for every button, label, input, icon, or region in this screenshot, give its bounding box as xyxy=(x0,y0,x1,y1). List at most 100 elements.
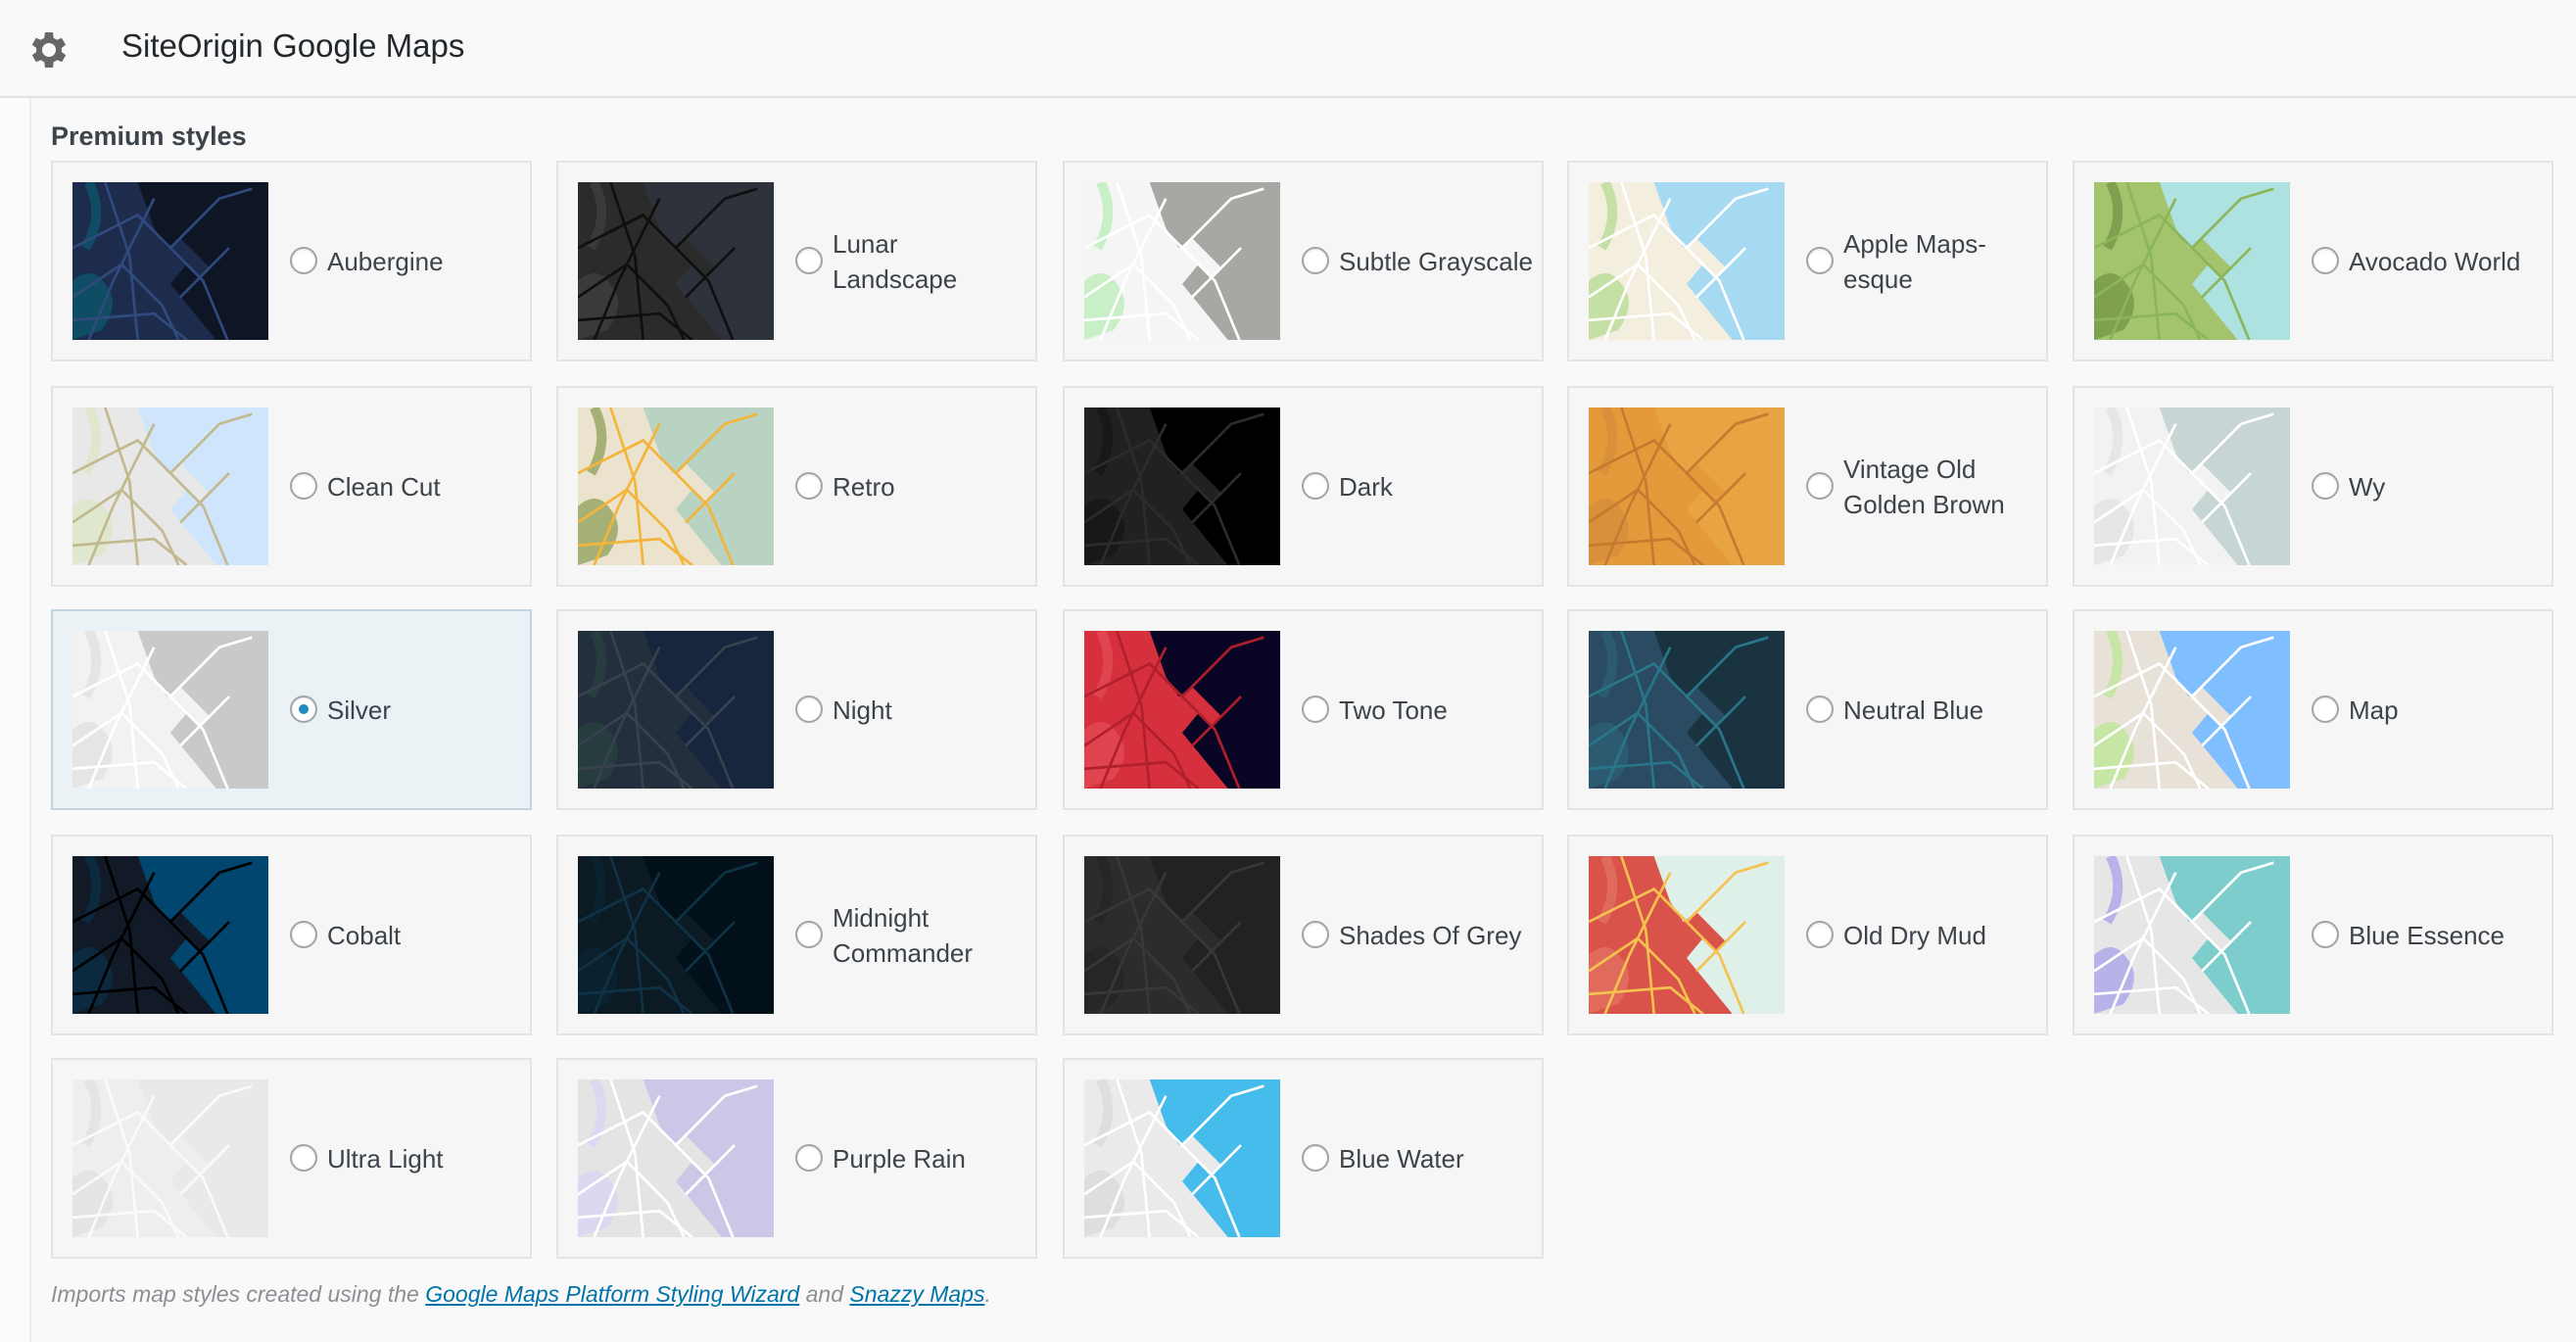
divider xyxy=(29,98,31,1342)
section-title: Premium styles xyxy=(51,121,247,151)
map-style-preview xyxy=(72,407,268,565)
style-option-aubergine[interactable]: Aubergine xyxy=(51,161,532,361)
style-radio[interactable] xyxy=(290,921,317,948)
style-option-retro[interactable]: Retro xyxy=(556,386,1037,587)
style-radio[interactable] xyxy=(1302,921,1329,948)
style-option-two-tone[interactable]: Two Tone xyxy=(1063,609,1544,810)
style-radio[interactable] xyxy=(1302,472,1329,500)
style-radio[interactable] xyxy=(1806,695,1834,723)
map-style-preview xyxy=(578,631,774,789)
style-radio[interactable] xyxy=(1806,247,1834,274)
map-style-preview xyxy=(1084,407,1280,565)
style-option-map[interactable]: Map xyxy=(2073,609,2553,810)
style-label: Shades Of Grey xyxy=(1339,920,1522,950)
snazzy-maps-link[interactable]: Snazzy Maps xyxy=(849,1281,984,1307)
map-style-preview xyxy=(1084,182,1280,340)
style-label: Avocado World xyxy=(2349,246,2521,276)
map-style-preview xyxy=(1589,182,1785,340)
style-label: Cobalt xyxy=(327,920,402,950)
style-label: Night xyxy=(833,695,892,725)
style-option-neutral-blue[interactable]: Neutral Blue xyxy=(1567,609,2048,810)
footer-note: Imports map styles created using the Goo… xyxy=(51,1281,991,1308)
style-option-old-dry-mud[interactable]: Old Dry Mud xyxy=(1567,835,2048,1035)
style-option-subtle-grayscale[interactable]: Subtle Grayscale xyxy=(1063,161,1544,361)
map-style-preview xyxy=(2094,182,2290,340)
style-radio[interactable] xyxy=(1806,472,1834,500)
map-style-preview xyxy=(1084,631,1280,789)
style-label: Apple Maps-esque xyxy=(1843,228,1986,294)
style-label: Ultra Light xyxy=(327,1143,444,1174)
style-label: Retro xyxy=(833,471,895,502)
style-option-dark[interactable]: Dark xyxy=(1063,386,1544,587)
style-label: Wy xyxy=(2349,471,2386,502)
style-radio[interactable] xyxy=(795,921,823,948)
style-option-night[interactable]: Night xyxy=(556,609,1037,810)
map-style-preview xyxy=(1589,856,1785,1014)
page-header: SiteOrigin Google Maps xyxy=(0,0,2576,98)
style-option-shades-of-grey[interactable]: Shades Of Grey xyxy=(1063,835,1544,1035)
style-option-cobalt[interactable]: Cobalt xyxy=(51,835,532,1035)
style-option-lunar-landscape[interactable]: Lunar Landscape xyxy=(556,161,1037,361)
map-style-preview xyxy=(578,856,774,1014)
style-radio[interactable] xyxy=(290,247,317,274)
style-label: Neutral Blue xyxy=(1843,695,1984,725)
style-option-vintage-old-golden-brown[interactable]: Vintage Old Golden Brown xyxy=(1567,386,2048,587)
style-label: Aubergine xyxy=(327,246,444,276)
style-label: Lunar Landscape xyxy=(833,228,958,294)
style-option-blue-essence[interactable]: Blue Essence xyxy=(2073,835,2553,1035)
map-style-preview xyxy=(72,1079,268,1237)
left-strip xyxy=(0,98,29,1342)
style-label: Purple Rain xyxy=(833,1143,966,1174)
style-radio[interactable] xyxy=(290,472,317,500)
style-radio[interactable] xyxy=(1302,1144,1329,1172)
style-radio[interactable] xyxy=(2312,247,2339,274)
styling-wizard-link[interactable]: Google Maps Platform Styling Wizard xyxy=(425,1281,799,1307)
style-radio[interactable] xyxy=(795,472,823,500)
style-radio[interactable] xyxy=(2312,472,2339,500)
style-radio[interactable] xyxy=(795,695,823,723)
style-label: Blue Essence xyxy=(2349,920,2504,950)
style-option-wy[interactable]: Wy xyxy=(2073,386,2553,587)
style-option-apple-maps-esque[interactable]: Apple Maps-esque xyxy=(1567,161,2048,361)
map-style-preview xyxy=(72,856,268,1014)
style-radio[interactable] xyxy=(1302,695,1329,723)
map-style-preview xyxy=(1084,1079,1280,1237)
footer-prefix: Imports map styles created using the xyxy=(51,1281,426,1307)
style-label: Map xyxy=(2349,695,2399,725)
map-style-preview xyxy=(1589,407,1785,565)
map-style-preview xyxy=(1589,631,1785,789)
style-radio[interactable] xyxy=(2312,695,2339,723)
style-label: Midnight Commander xyxy=(833,902,974,968)
style-label: Subtle Grayscale xyxy=(1339,246,1533,276)
style-label: Old Dry Mud xyxy=(1843,920,1986,950)
style-option-purple-rain[interactable]: Purple Rain xyxy=(556,1058,1037,1259)
map-style-preview xyxy=(2094,631,2290,789)
style-option-midnight-commander[interactable]: Midnight Commander xyxy=(556,835,1037,1035)
style-label: Silver xyxy=(327,695,392,725)
style-label: Vintage Old Golden Brown xyxy=(1843,454,2005,519)
style-radio[interactable] xyxy=(795,1144,823,1172)
style-radio[interactable] xyxy=(1806,921,1834,948)
style-option-avocado-world[interactable]: Avocado World xyxy=(2073,161,2553,361)
style-label: Clean Cut xyxy=(327,471,441,502)
style-radio[interactable] xyxy=(795,247,823,274)
style-radio[interactable] xyxy=(290,695,317,723)
map-style-preview xyxy=(1084,856,1280,1014)
style-option-ultra-light[interactable]: Ultra Light xyxy=(51,1058,532,1259)
map-style-preview xyxy=(72,182,268,340)
map-style-preview xyxy=(72,631,268,789)
footer-suffix: . xyxy=(984,1281,991,1307)
style-label: Two Tone xyxy=(1339,695,1448,725)
style-radio[interactable] xyxy=(290,1144,317,1172)
style-option-clean-cut[interactable]: Clean Cut xyxy=(51,386,532,587)
style-radio[interactable] xyxy=(1302,247,1329,274)
style-option-blue-water[interactable]: Blue Water xyxy=(1063,1058,1544,1259)
style-option-silver[interactable]: Silver xyxy=(51,609,532,810)
map-style-preview xyxy=(578,407,774,565)
style-label: Dark xyxy=(1339,471,1393,502)
map-style-preview xyxy=(578,1079,774,1237)
style-radio[interactable] xyxy=(2312,921,2339,948)
map-style-preview xyxy=(578,182,774,340)
page-title: SiteOrigin Google Maps xyxy=(121,27,465,64)
style-label: Blue Water xyxy=(1339,1143,1464,1174)
